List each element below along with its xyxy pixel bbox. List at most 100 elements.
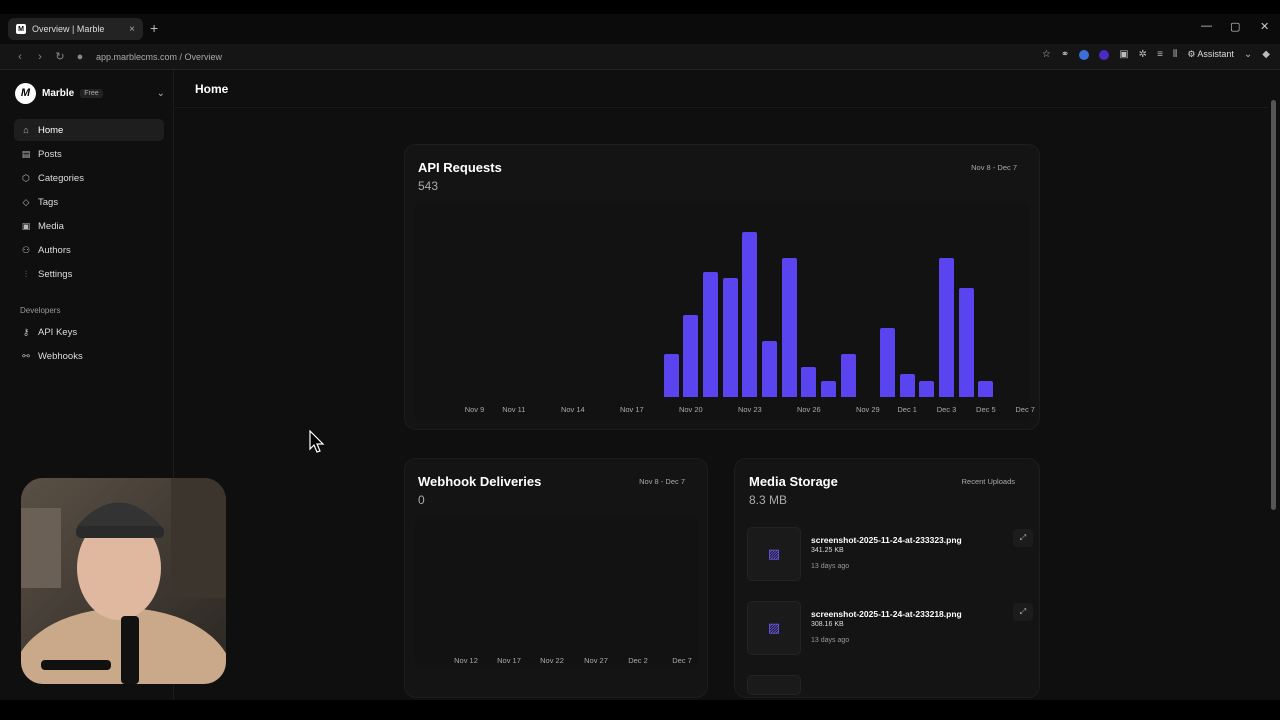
bookmark-star-icon[interactable]: ☆ <box>1042 49 1051 60</box>
date-range[interactable]: Nov 8 - Dec 7 <box>971 163 1017 172</box>
list-item[interactable]: ▨ screenshot-2025-11-24-at-233323.png 34… <box>747 527 1033 589</box>
x-tick-label: Nov 29 <box>855 405 880 414</box>
chart-bar[interactable] <box>762 340 777 397</box>
sidebar-item-categories[interactable]: ⬡ Categories <box>14 167 164 189</box>
list-item[interactable] <box>747 675 1033 695</box>
sidebar-item-api-keys[interactable]: ⚷ API Keys <box>14 321 164 343</box>
file-name: screenshot-2025-11-24-at-233218.png <box>811 609 962 619</box>
link-icon[interactable]: ⚭ <box>1061 49 1069 60</box>
audio-icon[interactable]: ⦀ <box>1173 49 1177 60</box>
marble-favicon-icon: M <box>16 24 26 34</box>
recent-uploads-link[interactable]: Recent Uploads <box>962 477 1015 486</box>
developers-heading: Developers <box>20 306 61 315</box>
screenshot-icon[interactable]: ▣ <box>1119 49 1128 60</box>
x-tick-label: Dec 5 <box>976 405 996 414</box>
sidebar-item-label: Settings <box>38 268 73 280</box>
chart-bar[interactable] <box>821 380 836 397</box>
sidebar-item-label: Posts <box>38 148 62 160</box>
bottom-edge <box>0 700 1280 720</box>
assistant-icon: ⚙ <box>1187 49 1198 59</box>
sidebar-item-webhooks[interactable]: ⚯ Webhooks <box>14 345 164 367</box>
scrollbar-thumb[interactable] <box>1271 100 1276 510</box>
brand-name: Marble <box>42 87 75 99</box>
close-window-icon[interactable]: ✕ <box>1260 20 1269 33</box>
puzzle-icon[interactable]: ✲ <box>1139 49 1147 60</box>
toolbar-right: ☆ ⚭ ▣ ✲ ≡ ⦀ ⚙ Assistant ⌄ ◆ <box>1042 49 1270 60</box>
expand-icon[interactable]: ⤢ <box>1013 529 1033 547</box>
x-tick-label: Nov 26 <box>796 405 821 414</box>
close-tab-icon[interactable]: × <box>129 24 135 35</box>
expand-icon[interactable]: ⤢ <box>1013 603 1033 621</box>
api-requests-chart: Nov 9 Nov 11 Nov 14 Nov 17 Nov 20 Nov 23 Nov 2… <box>415 203 1035 423</box>
card-value: 0 <box>418 493 425 507</box>
image-icon: ▣ <box>21 220 31 231</box>
chart-bar[interactable] <box>840 354 856 397</box>
back-icon[interactable]: ‹ <box>10 51 30 63</box>
card-title: Media Storage <box>749 474 838 489</box>
sidebar-item-authors[interactable]: ⚇ Authors <box>14 239 164 261</box>
workspace-switcher[interactable]: M Marble Free ⌄ <box>15 82 165 104</box>
sidebar-item-home[interactable]: ⌂ Home <box>14 119 164 141</box>
chart-bar[interactable] <box>801 367 817 397</box>
chart-bar[interactable] <box>958 288 974 397</box>
card-title: API Requests <box>418 160 502 175</box>
file-age: 13 days ago <box>811 637 850 644</box>
assistant-button[interactable]: ⚙ Assistant <box>1187 49 1234 60</box>
extension-icon[interactable] <box>1079 49 1090 60</box>
chart-bar[interactable] <box>939 258 954 397</box>
chart-bar[interactable] <box>683 314 699 397</box>
chevron-down-icon[interactable]: ⌄ <box>1244 49 1252 60</box>
url-field[interactable]: app.marblecms.com / Overview <box>96 52 222 62</box>
forward-icon[interactable]: › <box>30 51 50 63</box>
profile-icon[interactable]: ◆ <box>1262 49 1270 60</box>
x-tick-label: Nov 22 <box>540 656 564 665</box>
x-tick-label: Nov 9 <box>464 405 485 414</box>
sidebar-item-label: Tags <box>38 196 59 208</box>
media-storage-card: Media Storage 8.3 MB Recent Uploads ▨ sc… <box>734 458 1040 698</box>
chart-bar[interactable] <box>978 380 994 397</box>
file-size: 308.16 KB <box>811 621 844 628</box>
x-tick-label: Dec 2 <box>628 656 648 665</box>
address-bar: ‹ › ↻ ● app.marblecms.com / Overview ☆ ⚭… <box>0 44 1280 70</box>
sidebar-nav: ⌂ Home ▤ Posts ⬡ Categories ◇ Tags ▣ Med… <box>14 119 164 287</box>
chart-bar[interactable] <box>899 373 915 397</box>
x-tick-label: Nov 17 <box>619 405 644 414</box>
sidebar-item-posts[interactable]: ▤ Posts <box>14 143 164 165</box>
menu-lines-icon[interactable]: ≡ <box>1157 49 1163 60</box>
chart-bar[interactable] <box>919 380 935 397</box>
chart-bar[interactable] <box>742 232 758 397</box>
maximize-icon[interactable]: ▢ <box>1230 20 1240 33</box>
chart-bar[interactable] <box>663 354 679 397</box>
webhook-deliveries-card: Webhook Deliveries 0 Nov 8 - Dec 7 Nov 1… <box>404 458 708 698</box>
x-tick-label: Nov 23 <box>737 405 762 414</box>
sliders-icon: ⫶ <box>24 268 28 279</box>
key-icon: ⚷ <box>22 326 30 337</box>
minimize-icon[interactable]: — <box>1201 20 1212 32</box>
chart-bar[interactable] <box>722 278 738 397</box>
chart-bar[interactable] <box>703 271 718 397</box>
document-icon: ▤ <box>21 148 31 159</box>
sidebar-item-media[interactable]: ▣ Media <box>14 215 164 237</box>
mouse-cursor-icon <box>309 430 325 453</box>
browser-tab[interactable]: M Overview | Marble × <box>8 18 143 40</box>
sidebar-item-label: Webhooks <box>38 350 83 362</box>
browser-tab-bar: M Overview | Marble × + — ▢ ✕ <box>0 14 1280 44</box>
x-tick-label: Nov 17 <box>497 656 521 665</box>
chart-bar[interactable] <box>781 258 797 397</box>
file-size: 341.25 KB <box>811 547 844 554</box>
new-tab-icon[interactable]: + <box>150 20 158 36</box>
card-title: Webhook Deliveries <box>418 474 542 489</box>
extension-icon[interactable] <box>1099 49 1110 60</box>
x-tick-label: Nov 14 <box>560 405 585 414</box>
list-item[interactable]: ▨ screenshot-2025-11-24-at-233218.png 30… <box>747 601 1033 663</box>
microphone-icon[interactable]: ● <box>70 51 90 63</box>
assistant-label: Assistant <box>1197 49 1234 59</box>
sidebar-item-settings[interactable]: ⫶ Settings <box>14 263 164 285</box>
reload-icon[interactable]: ↻ <box>50 50 70 63</box>
home-icon: ⌂ <box>23 125 29 135</box>
file-age: 13 days ago <box>811 563 850 570</box>
page-scrollbar[interactable] <box>1268 70 1280 700</box>
sidebar-item-tags[interactable]: ◇ Tags <box>14 191 164 213</box>
date-range[interactable]: Nov 8 - Dec 7 <box>639 477 685 486</box>
chart-bar[interactable] <box>880 327 895 397</box>
